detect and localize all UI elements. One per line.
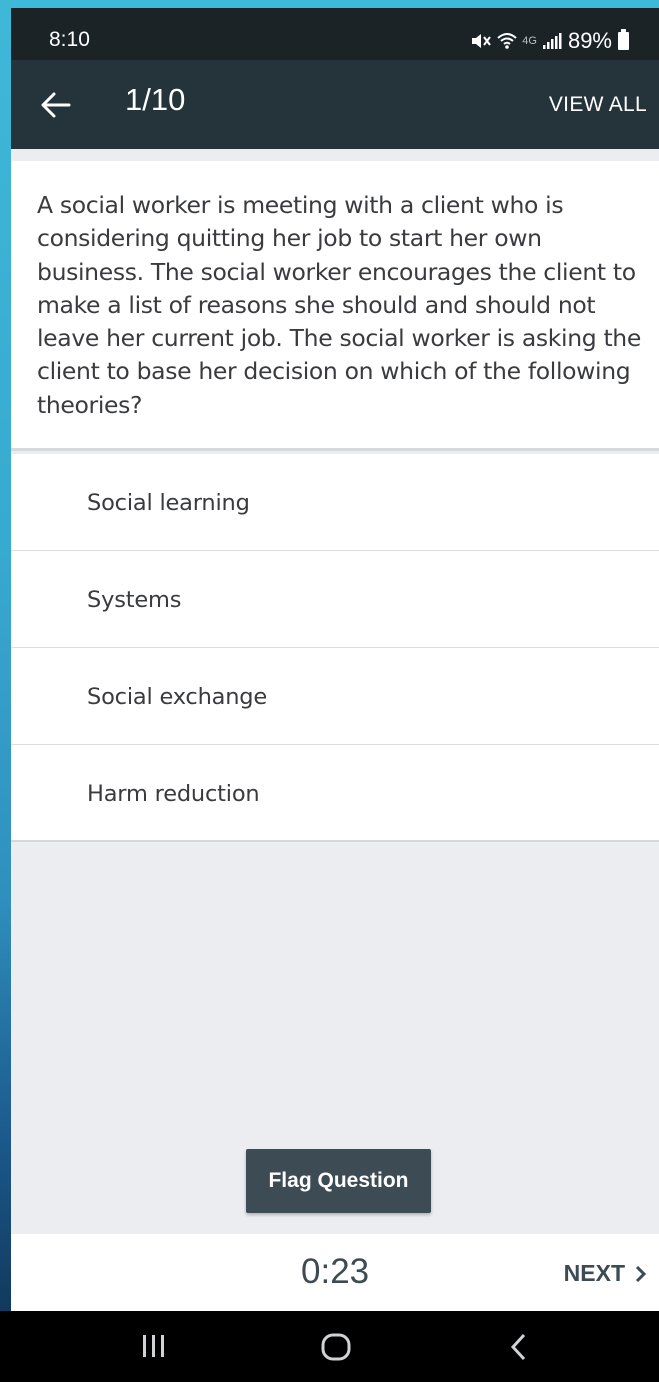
- system-nav-bar: [0, 1311, 659, 1382]
- status-bar: 8:10 4G 89%: [11, 8, 659, 60]
- flag-question-button[interactable]: Flag Question: [246, 1149, 431, 1213]
- chevron-right-icon: [635, 1265, 647, 1282]
- battery-icon: [618, 29, 629, 50]
- status-time: 8:10: [49, 28, 90, 51]
- system-back-icon[interactable]: [510, 1333, 528, 1361]
- question-text: A social worker is meeting with a client…: [37, 191, 641, 419]
- answer-option[interactable]: Systems: [11, 551, 659, 648]
- mute-icon: [472, 34, 492, 48]
- bottom-bar: 0:23 NEXT: [11, 1234, 659, 1311]
- status-right-group: 4G 89%: [470, 28, 629, 54]
- network-type-label: 4G: [522, 35, 537, 47]
- status-icons: 4G: [470, 32, 562, 50]
- back-arrow-icon[interactable]: [39, 88, 73, 122]
- question-content: A social worker is meeting with a client…: [11, 149, 659, 1234]
- home-icon[interactable]: [321, 1333, 351, 1361]
- answer-option[interactable]: Social learning: [11, 454, 659, 551]
- answer-option[interactable]: Harm reduction: [11, 745, 659, 842]
- next-label: NEXT: [563, 1260, 625, 1286]
- view-all-button[interactable]: VIEW ALL: [549, 93, 647, 117]
- question-card: A social worker is meeting with a client…: [11, 161, 659, 451]
- signal-icon: [542, 33, 562, 49]
- app-bar: 1/10 VIEW ALL: [11, 60, 659, 149]
- wifi-icon: [497, 33, 517, 49]
- wallpaper-edge-left: [0, 0, 11, 1382]
- wallpaper-edge-top: [0, 0, 659, 8]
- question-counter: 1/10: [125, 82, 186, 117]
- recent-apps-icon[interactable]: [140, 1333, 168, 1359]
- battery-percent: 89%: [567, 28, 612, 53]
- answer-list: Social learning Systems Social exchange …: [11, 454, 659, 842]
- answer-option[interactable]: Social exchange: [11, 648, 659, 745]
- question-timer: 0:23: [301, 1252, 370, 1291]
- next-button[interactable]: NEXT: [564, 1260, 647, 1287]
